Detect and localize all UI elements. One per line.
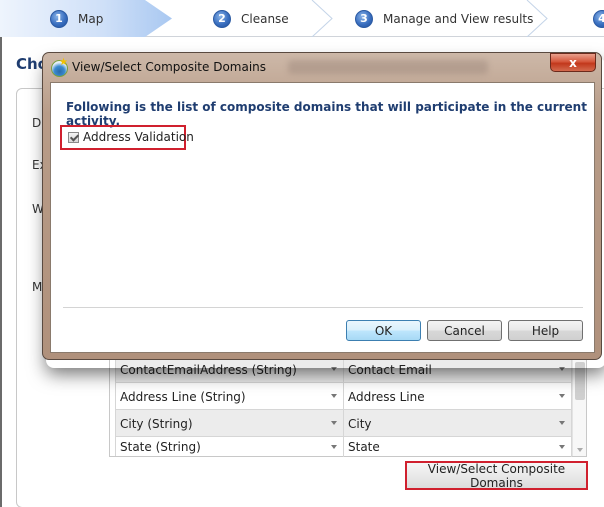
domain-value: State (348, 440, 380, 454)
step-number-badge: 3 (355, 9, 373, 28)
source-column-select[interactable]: Address Line (String) (116, 383, 344, 410)
wizard-step-map[interactable]: 1 Map (50, 0, 103, 37)
step-separator-chevron (311, 0, 333, 37)
domain-select[interactable]: Address Line (344, 383, 572, 410)
dropdown-arrow-icon[interactable] (559, 394, 565, 398)
source-column-value: State (String) (120, 440, 201, 454)
dropdown-arrow-icon[interactable] (331, 394, 337, 398)
cancel-button[interactable]: Cancel (427, 320, 502, 341)
star-icon: ★ (59, 57, 68, 68)
dialog-message: Following is the list of composite domai… (66, 100, 587, 128)
dropdown-arrow-icon[interactable] (331, 421, 337, 425)
address-validation-checkbox[interactable] (68, 131, 79, 143)
wizard-step-manage-results[interactable]: 3 Manage and View results (355, 0, 533, 37)
close-icon: x (569, 55, 577, 70)
step-separator-chevron (526, 0, 548, 37)
dialog-body: Following is the list of composite domai… (50, 82, 595, 353)
domain-value: Address Line (348, 389, 425, 404)
domain-value: City (348, 416, 372, 431)
table-row[interactable]: State (String) State (116, 437, 572, 457)
close-button[interactable]: x (550, 53, 596, 72)
grid-vertical-scrollbar[interactable] (572, 356, 586, 456)
mapping-grid: ContactEmailAddress (String) Contact Ema… (109, 355, 587, 457)
scroll-down-arrow-icon[interactable] (577, 448, 583, 452)
side-label: M (32, 280, 43, 294)
source-column-value: City (String) (120, 416, 193, 431)
view-select-composite-domains-button[interactable]: View/Select Composite Domains (405, 461, 588, 490)
domain-select[interactable]: State (344, 437, 572, 457)
table-row[interactable]: City (String) City (116, 410, 572, 437)
app-icon: ★ (51, 57, 68, 77)
wizard-step-4[interactable]: 4 (593, 0, 604, 37)
dropdown-arrow-icon[interactable] (559, 445, 565, 449)
step-number-badge: 4 (593, 9, 604, 28)
wizard-step-cleanse[interactable]: 2 Cleanse (213, 0, 289, 37)
step-label: Cleanse (241, 11, 289, 26)
page-border (0, 37, 2, 507)
source-column-select[interactable]: State (String) (116, 437, 344, 457)
step-number-badge: 1 (50, 9, 68, 28)
composite-domains-dialog: ★ View/Select Composite Domains x Follow… (42, 52, 602, 360)
side-label: D (32, 116, 42, 130)
step-label: Map (78, 11, 104, 26)
wizard-step-bar: 1 Map 2 Cleanse 3 Manage and View result… (0, 0, 604, 37)
checkbox-label: Address Validation (83, 130, 194, 144)
ok-button[interactable]: OK (346, 320, 421, 341)
dialog-separator (63, 307, 583, 308)
table-row[interactable]: Address Line (String) Address Line (116, 383, 572, 410)
domain-select[interactable]: City (344, 410, 572, 437)
composite-domain-item[interactable]: Address Validation (68, 130, 194, 144)
dialog-title: View/Select Composite Domains (72, 60, 267, 74)
help-button[interactable]: Help (508, 320, 583, 341)
source-column-select[interactable]: City (String) (116, 410, 344, 437)
step-label: Manage and View results (383, 11, 534, 26)
dropdown-arrow-icon[interactable] (331, 445, 337, 449)
dropdown-arrow-icon[interactable] (559, 421, 565, 425)
source-column-value: Address Line (String) (120, 389, 246, 404)
blurred-background-text (288, 60, 488, 74)
step-number-badge: 2 (213, 9, 231, 28)
